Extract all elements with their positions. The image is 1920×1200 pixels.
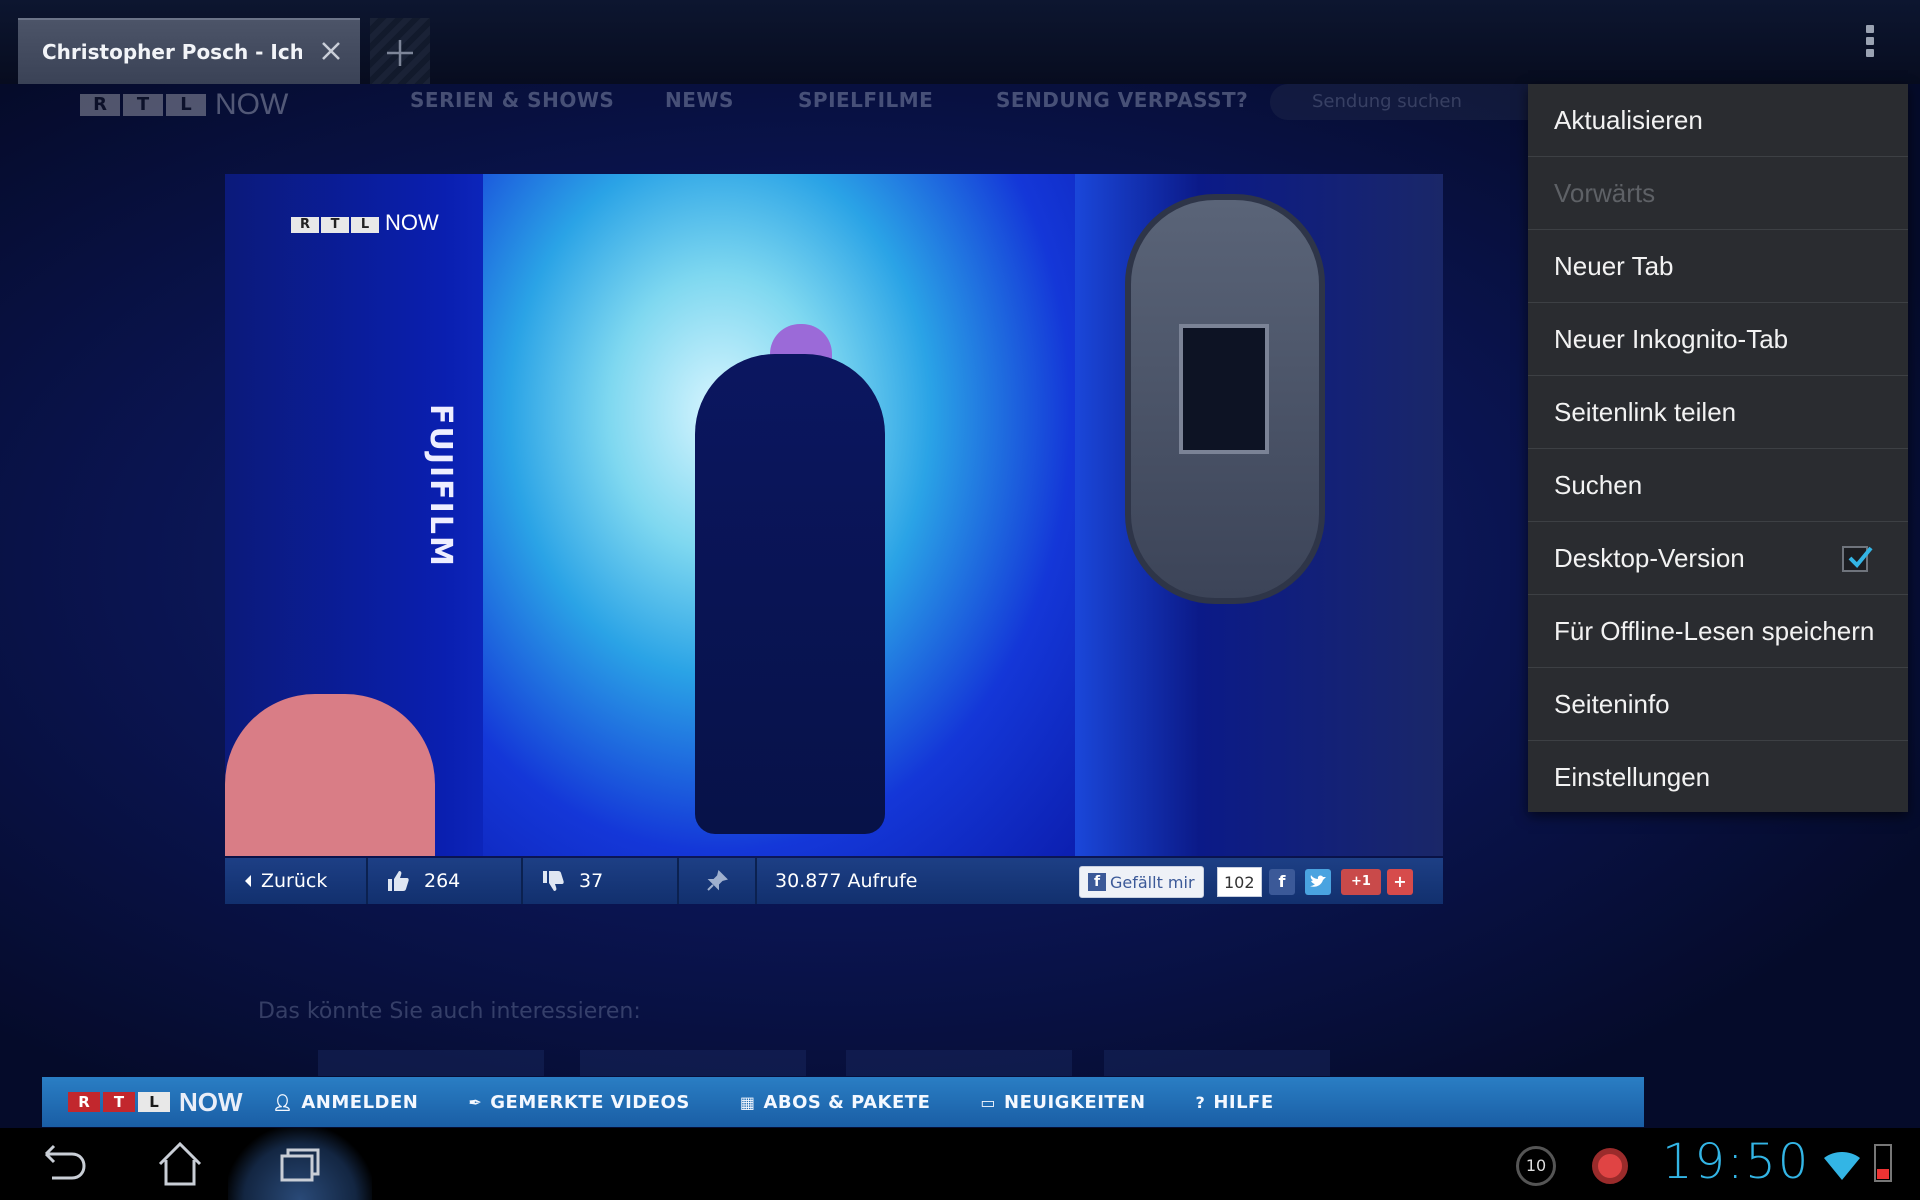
notification-badge[interactable]: 10 (1516, 1146, 1556, 1186)
overflow-menu-button[interactable] (1852, 22, 1888, 62)
back-nav-button[interactable] (22, 1132, 102, 1196)
wifi-icon (1822, 1148, 1862, 1186)
saved-videos-link[interactable]: ✒ GEMERKTE VIDEOS (468, 1092, 689, 1113)
facebook-like-button[interactable]: f Gefällt mir (1079, 866, 1204, 898)
back-button[interactable]: Zurück (225, 858, 368, 904)
help-link[interactable]: ? HILFE (1196, 1092, 1274, 1113)
checkmark-icon (1848, 546, 1873, 568)
share-more-icon[interactable]: + (1387, 869, 1413, 895)
video-person (695, 354, 885, 834)
facebook-icon: f (1088, 873, 1106, 891)
fujifilm-text: FUJIFILM (423, 404, 458, 568)
menu-item-reload[interactable]: Aktualisieren (1528, 84, 1908, 157)
clock[interactable]: 19:50 (1662, 1134, 1810, 1190)
browser-tab[interactable]: Christopher Posch - Ich ... (18, 18, 360, 84)
home-nav-button[interactable] (140, 1132, 220, 1196)
share-facebook-icon[interactable]: f (1269, 869, 1295, 895)
browser-overflow-menu: Aktualisieren Vorwärts Neuer Tab Neuer I… (1528, 84, 1908, 812)
share-google-plus-icon[interactable]: +1 (1341, 869, 1381, 895)
dislike-button[interactable]: 37 (523, 858, 679, 904)
suggestion-thumbnail[interactable] (1104, 1050, 1330, 1076)
back-arrow-icon (44, 1144, 86, 1180)
menu-item-page-info[interactable]: Seiteninfo (1528, 668, 1908, 741)
suggestion-thumbnail[interactable] (846, 1050, 1072, 1076)
site-bottom-bar: RTL NOW 👤︎ ANMELDEN ✒ GEMERKTE VIDEOS ▦ … (42, 1077, 1644, 1127)
share-twitter-icon[interactable] (1305, 869, 1331, 895)
chat-icon: ▭ (980, 1092, 996, 1112)
rtl-now-logo[interactable]: RTL NOW (68, 1087, 243, 1118)
facebook-like-count: 102 (1217, 867, 1262, 897)
home-icon (158, 1141, 202, 1186)
pin-button[interactable] (679, 858, 757, 904)
news-link[interactable]: ▭ NEUIGKEITEN (980, 1092, 1145, 1113)
menu-item-find[interactable]: Suchen (1528, 449, 1908, 522)
menu-item-share-link[interactable]: Seitenlink teilen (1528, 376, 1908, 449)
pin-icon: ✒ (468, 1092, 483, 1112)
nav-news[interactable]: NEWS (665, 88, 734, 112)
nav-spielfilme[interactable]: SPIELFILME (798, 88, 933, 112)
menu-item-settings[interactable]: Einstellungen (1528, 741, 1908, 814)
new-tab-button[interactable] (370, 18, 430, 84)
suggestion-thumbnail[interactable] (580, 1050, 806, 1076)
like-button[interactable]: 264 (368, 858, 523, 904)
desktop-version-checkbox[interactable] (1842, 546, 1873, 572)
subscriptions-link[interactable]: ▦ ABOS & PAKETE (740, 1092, 931, 1113)
battery-icon (1874, 1144, 1892, 1182)
android-system-bar: 10 19:50 (0, 1128, 1920, 1200)
video-watermark-logo: R T L NOW (291, 210, 439, 236)
chevron-left-icon (245, 875, 251, 887)
notification-app-icon[interactable] (1592, 1148, 1628, 1184)
login-link[interactable]: 👤︎ ANMELDEN (273, 1092, 419, 1113)
menu-item-new-incognito-tab[interactable]: Neuer Inkognito-Tab (1528, 303, 1908, 376)
thumbs-up-icon (388, 871, 409, 891)
view-count: 30.877 Aufrufe (775, 870, 918, 892)
rtl-now-logo[interactable]: RTL NOW (80, 88, 288, 122)
menu-item-forward: Vorwärts (1528, 157, 1908, 230)
tab-title: Christopher Posch - Ich ... (42, 40, 302, 64)
thumbs-down-icon (543, 871, 564, 891)
tab-close-icon[interactable] (314, 34, 348, 68)
grid-icon: ▦ (739, 1092, 756, 1112)
menu-item-desktop-version[interactable]: Desktop-Version (1528, 522, 1908, 595)
player-toolbar: Zurück 264 37 30.877 Aufrufe f Gefällt m… (225, 858, 1443, 904)
help-icon: ? (1195, 1092, 1206, 1112)
menu-item-desktop-version-label: Desktop-Version (1554, 542, 1745, 573)
site-header: RTL NOW SERIEN & SHOWS NEWS SPIELFILME S… (80, 84, 1600, 126)
suggestions-heading: Das könnte Sie auch interessieren: (258, 999, 641, 1024)
nav-sendung-verpasst[interactable]: SENDUNG VERPASST? (996, 88, 1248, 112)
menu-item-new-tab[interactable]: Neuer Tab (1528, 230, 1908, 303)
recent-apps-button[interactable] (260, 1132, 340, 1196)
browser-tab-bar: Christopher Posch - Ich ... (0, 0, 1920, 84)
video-player[interactable]: FUJIFILM R T L NOW (225, 174, 1443, 856)
menu-item-save-offline[interactable]: Für Offline-Lesen speichern (1528, 595, 1908, 668)
suggestion-thumbnail[interactable] (318, 1050, 544, 1076)
pin-icon (707, 870, 728, 891)
plus-icon (387, 40, 413, 66)
recent-apps-icon (280, 1148, 320, 1182)
nav-serien-shows[interactable]: SERIEN & SHOWS (410, 88, 614, 112)
user-icon: 👤︎ (272, 1092, 294, 1112)
